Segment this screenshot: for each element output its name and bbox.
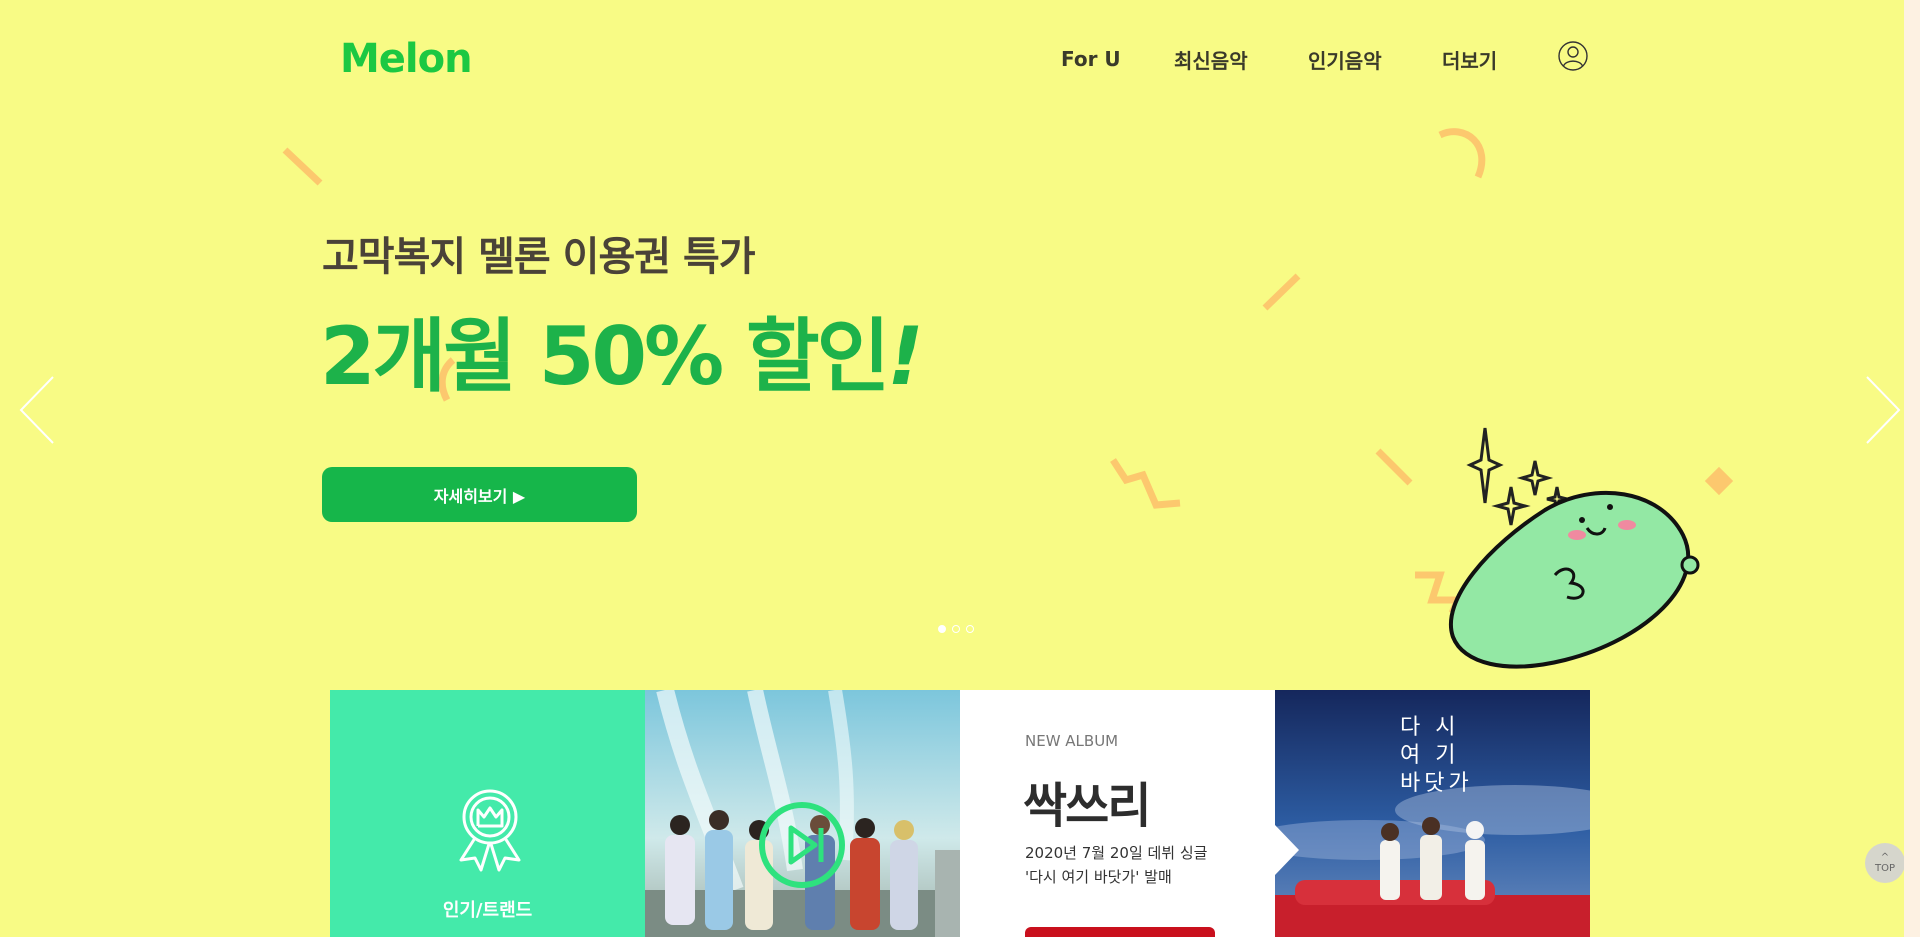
mascot-illustration — [1449, 427, 1700, 669]
melon-logo[interactable]: Melon — [340, 36, 473, 82]
page: Melon For U 최신음악 인기음악 더보기 고막복지 멜론 이용권 특가… — [0, 0, 1904, 937]
confetti-decoration — [1262, 273, 1301, 311]
hero-subtitle: 고막복지 멜론 이용권 특가 — [322, 234, 756, 280]
new-album-title: 싹쓰리 — [1023, 778, 1151, 834]
trend-card[interactable]: 인기/트랜드 — [330, 690, 645, 937]
new-album-tag: NEW ALBUM — [1025, 732, 1119, 750]
slide-dot-2[interactable] — [952, 625, 960, 633]
scroll-top-label: TOP — [1874, 863, 1895, 874]
play-pause-icon[interactable] — [757, 800, 847, 890]
nav-item-latest-music[interactable]: 최신음악 — [1174, 45, 1248, 74]
slide-dot-3[interactable] — [966, 625, 974, 633]
award-ribbon-icon — [459, 789, 521, 872]
nav-item-for-u[interactable]: For U — [1061, 47, 1121, 71]
scroll-top-button[interactable]: ^ TOP — [1865, 843, 1904, 883]
new-album-card[interactable]: NEW ALBUM 싹쓰리 2020년 7월 20일 데뷔 싱글 '다시 여기 … — [960, 690, 1275, 937]
album-art-card[interactable]: 다 시 여 기 바닷가 — [1275, 690, 1590, 937]
chevron-up-icon: ^ — [1880, 852, 1890, 863]
card-pointer — [1275, 825, 1299, 875]
confetti-decoration — [1375, 448, 1413, 486]
scrollbar[interactable] — [1904, 0, 1920, 937]
nav-item-more[interactable]: 더보기 — [1442, 45, 1497, 74]
new-album-description-line-1: 2020년 7월 20일 데뷔 싱글 — [1025, 844, 1208, 862]
nav-item-popular-music[interactable]: 인기음악 — [1308, 45, 1382, 74]
slide-dot-1[interactable] — [938, 625, 946, 633]
user-icon[interactable] — [1558, 41, 1588, 71]
new-album-button[interactable] — [1025, 927, 1215, 937]
detail-button[interactable]: 자세히보기 ▶ — [322, 467, 637, 522]
hero-headline-text: 2개월 50% 할인 — [320, 310, 890, 403]
hero-headline: 2개월 50% 할인! — [320, 292, 924, 408]
chevron-left-icon[interactable] — [18, 375, 58, 445]
hero-headline-bang: ! — [887, 310, 924, 403]
chevron-right-icon[interactable] — [1862, 375, 1902, 445]
confetti-decoration — [1438, 128, 1486, 179]
album-art-text-line-1: 다 시 — [1400, 715, 1460, 740]
video-card[interactable] — [645, 690, 960, 937]
confetti-decoration — [1704, 466, 1734, 496]
new-album-description-line-2: '다시 여기 바닷가' 발매 — [1025, 868, 1172, 886]
confetti-decoration — [282, 147, 323, 186]
album-art-text-line-2: 여 기 — [1400, 743, 1460, 768]
confetti-decoration — [1110, 458, 1181, 509]
trend-card-label: 인기/트랜드 — [442, 900, 533, 921]
slide-pagination — [938, 625, 974, 633]
album-art-text-line-3: 바닷가 — [1400, 771, 1473, 796]
